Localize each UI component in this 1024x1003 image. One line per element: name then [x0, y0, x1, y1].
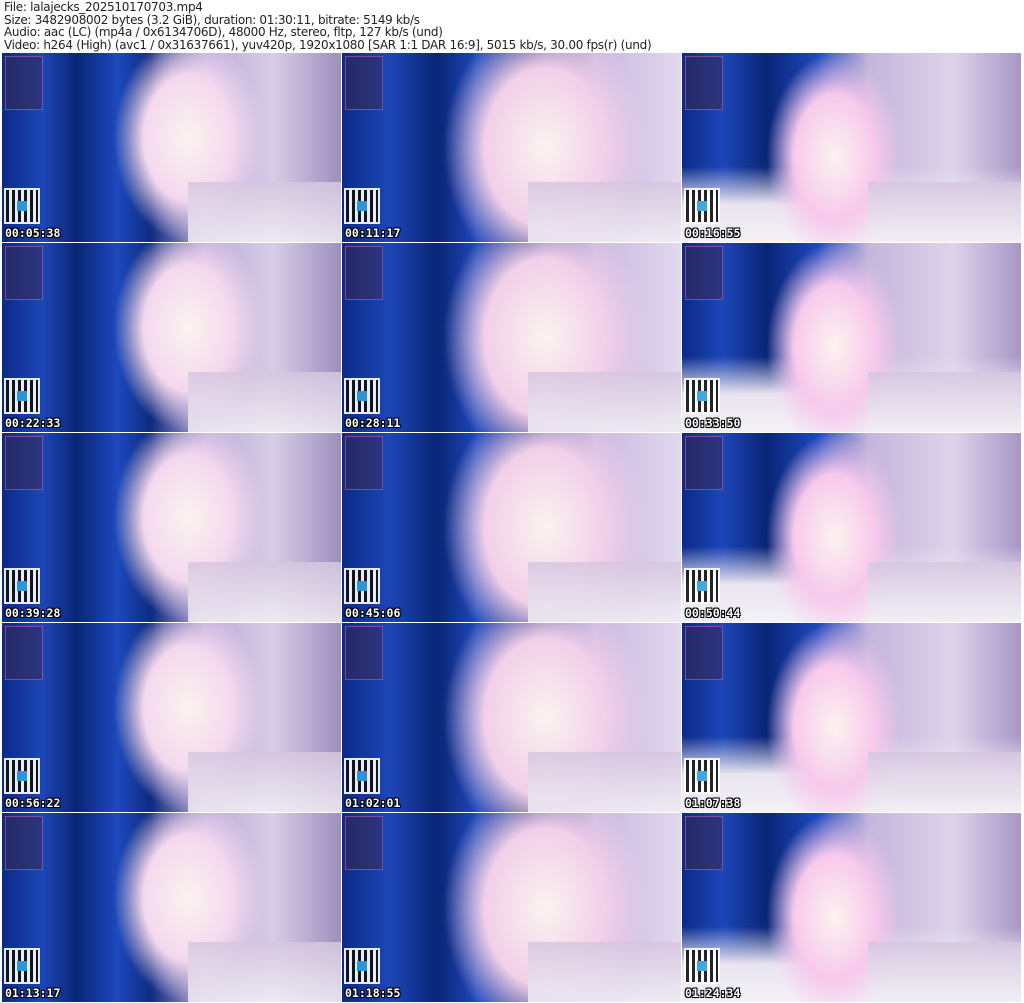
thumbnail-timestamp: 00:50:44: [685, 606, 741, 620]
thumbnail-timestamp: 00:22:33: [5, 416, 61, 430]
thumbnail-timestamp: 01:13:17: [5, 986, 61, 1000]
thumbnail-timestamp: 00:39:28: [5, 606, 61, 620]
video-thumbnail: 00:33:50: [682, 243, 1021, 432]
qr-code-icon: [684, 378, 720, 414]
thumbnail-grid: 00:05:38 00:11:17 00:16:55 00:22:33 00:28:11…: [2, 53, 1022, 1003]
qr-code-icon: [4, 948, 40, 984]
qr-code-icon: [344, 758, 380, 794]
thumbnail-frame-image: [528, 751, 681, 812]
thumbnail-timestamp: 01:24:34: [685, 986, 741, 1000]
video-thumbnail: 01:07:38: [682, 623, 1021, 812]
qr-code-icon: [4, 188, 40, 224]
stream-overlay-panel: [345, 56, 383, 110]
thumbnail-frame-image: [868, 941, 1021, 1002]
stream-overlay-panel: [685, 626, 723, 680]
qr-code-icon: [344, 188, 380, 224]
thumbnail-timestamp: 00:33:50: [685, 416, 741, 430]
thumbnail-timestamp: 01:02:01: [345, 796, 401, 810]
stream-overlay-panel: [685, 436, 723, 490]
thumbnail-frame-image: [868, 371, 1021, 432]
thumbnail-frame-image: [528, 371, 681, 432]
thumbnail-timestamp: 00:05:38: [5, 226, 61, 240]
qr-code-icon: [4, 568, 40, 604]
qr-code-icon: [684, 948, 720, 984]
thumbnail-timestamp: 00:16:55: [685, 226, 741, 240]
thumbnail-timestamp: 00:28:11: [345, 416, 401, 430]
video-thumbnail: 00:28:11: [342, 243, 681, 432]
video-thumbnail: 01:13:17: [2, 813, 341, 1002]
video-info: Video: h264 (High) (avc1 / 0x31637661), …: [4, 37, 652, 52]
video-thumbnail: 00:11:17: [342, 53, 681, 242]
video-thumbnail: 00:39:28: [2, 433, 341, 622]
stream-overlay-panel: [345, 246, 383, 300]
thumbnail-timestamp: 00:56:22: [5, 796, 61, 810]
video-thumbnail: 00:50:44: [682, 433, 1021, 622]
qr-code-icon: [684, 758, 720, 794]
thumbnail-frame-image: [188, 561, 341, 622]
video-thumbnail: 01:02:01: [342, 623, 681, 812]
audio-info: Audio: aac (LC) (mp4a / 0x6134706D), 480…: [4, 25, 443, 40]
qr-code-icon: [4, 758, 40, 794]
file-info-header: File: lalajecks_202510170703.mp4 Size: 3…: [4, 0, 652, 52]
stream-overlay-panel: [345, 436, 383, 490]
stream-overlay-panel: [5, 56, 43, 110]
stream-overlay-panel: [5, 626, 43, 680]
video-thumbnail: 00:45:06: [342, 433, 681, 622]
thumbnail-frame-image: [868, 751, 1021, 812]
video-thumbnail: 00:16:55: [682, 53, 1021, 242]
thumbnail-frame-image: [528, 941, 681, 1002]
thumbnail-frame-image: [868, 561, 1021, 622]
video-thumbnail: 00:22:33: [2, 243, 341, 432]
thumbnail-frame-image: [188, 181, 341, 242]
thumbnail-frame-image: [528, 181, 681, 242]
thumbnail-timestamp: 00:45:06: [345, 606, 401, 620]
thumbnail-frame-image: [188, 751, 341, 812]
stream-overlay-panel: [345, 626, 383, 680]
qr-code-icon: [344, 568, 380, 604]
thumbnail-timestamp: 01:18:55: [345, 986, 401, 1000]
thumbnail-frame-image: [188, 371, 341, 432]
thumbnail-frame-image: [188, 941, 341, 1002]
stream-overlay-panel: [5, 436, 43, 490]
video-thumbnail: 01:24:34: [682, 813, 1021, 1002]
stream-overlay-panel: [5, 246, 43, 300]
file-name: File: lalajecks_202510170703.mp4: [4, 0, 203, 14]
qr-code-icon: [684, 568, 720, 604]
qr-code-icon: [4, 378, 40, 414]
thumbnail-frame-image: [868, 181, 1021, 242]
thumbnail-frame-image: [528, 561, 681, 622]
thumbnail-timestamp: 00:11:17: [345, 226, 401, 240]
stream-overlay-panel: [685, 816, 723, 870]
stream-overlay-panel: [5, 816, 43, 870]
stream-overlay-panel: [345, 816, 383, 870]
stream-overlay-panel: [685, 246, 723, 300]
qr-code-icon: [344, 948, 380, 984]
stream-overlay-panel: [685, 56, 723, 110]
video-thumbnail: 01:18:55: [342, 813, 681, 1002]
video-thumbnail: 00:05:38: [2, 53, 341, 242]
qr-code-icon: [344, 378, 380, 414]
qr-code-icon: [684, 188, 720, 224]
video-thumbnail: 00:56:22: [2, 623, 341, 812]
thumbnail-timestamp: 01:07:38: [685, 796, 741, 810]
